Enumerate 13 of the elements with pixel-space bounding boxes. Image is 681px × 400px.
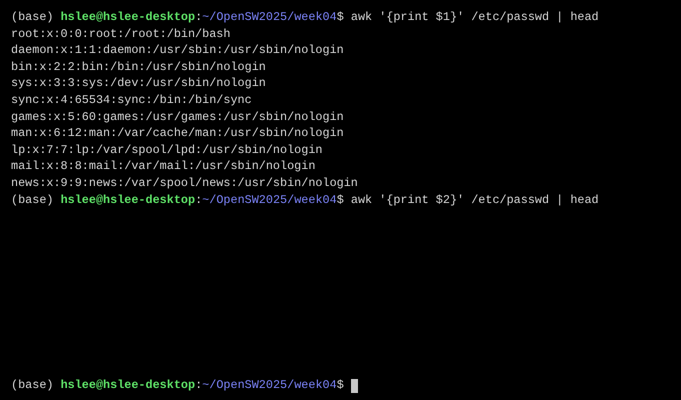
output-line: lp:x:7:7:lp:/var/spool/lpd:/usr/sbin/nologin [11, 142, 322, 158]
output-line: sys:x:3:3:sys:/dev:/usr/sbin/nologin [11, 75, 266, 92]
output-line: mail:x:8:8:mail:/var/mail:/usr/sbin/nologin [11, 158, 316, 175]
output-line: games:x:5:60:games:/usr/games:/usr/sbin/nologin [11, 108, 344, 126]
output-line: sync:x:4:65534:sync:/bin:/bin/sync [11, 92, 252, 109]
output-line: man:x:6:12:man:/var/cache/man:/usr/sbin/nologin [11, 125, 344, 142]
output-line: root:x:0:0:root:/root:/bin/bash [11, 26, 230, 42]
output-line: news:x:9:9:news:/var/spool/news:/usr/sbin/nologin [11, 174, 358, 192]
prompt-line: (base) hslee@hslee-desktop:~/OpenSW2025/week04$ awk '{print $1}' /etc/passwd | head [11, 9, 599, 26]
output-line: bin:x:2:2:bin:/bin:/usr/sbin/nologin [11, 58, 266, 76]
prompt-line: (base) hslee@hslee-desktop:~/OpenSW2025/week04$ awk '{print $2}' /etc/passwd | head [11, 192, 599, 208]
prompt-line: (base) hslee@hslee-desktop:~/OpenSW2025/week04$ [11, 377, 344, 394]
output-line: daemon:x:1:1:daemon:/usr/sbin:/usr/sbin/nologin [11, 42, 344, 59]
